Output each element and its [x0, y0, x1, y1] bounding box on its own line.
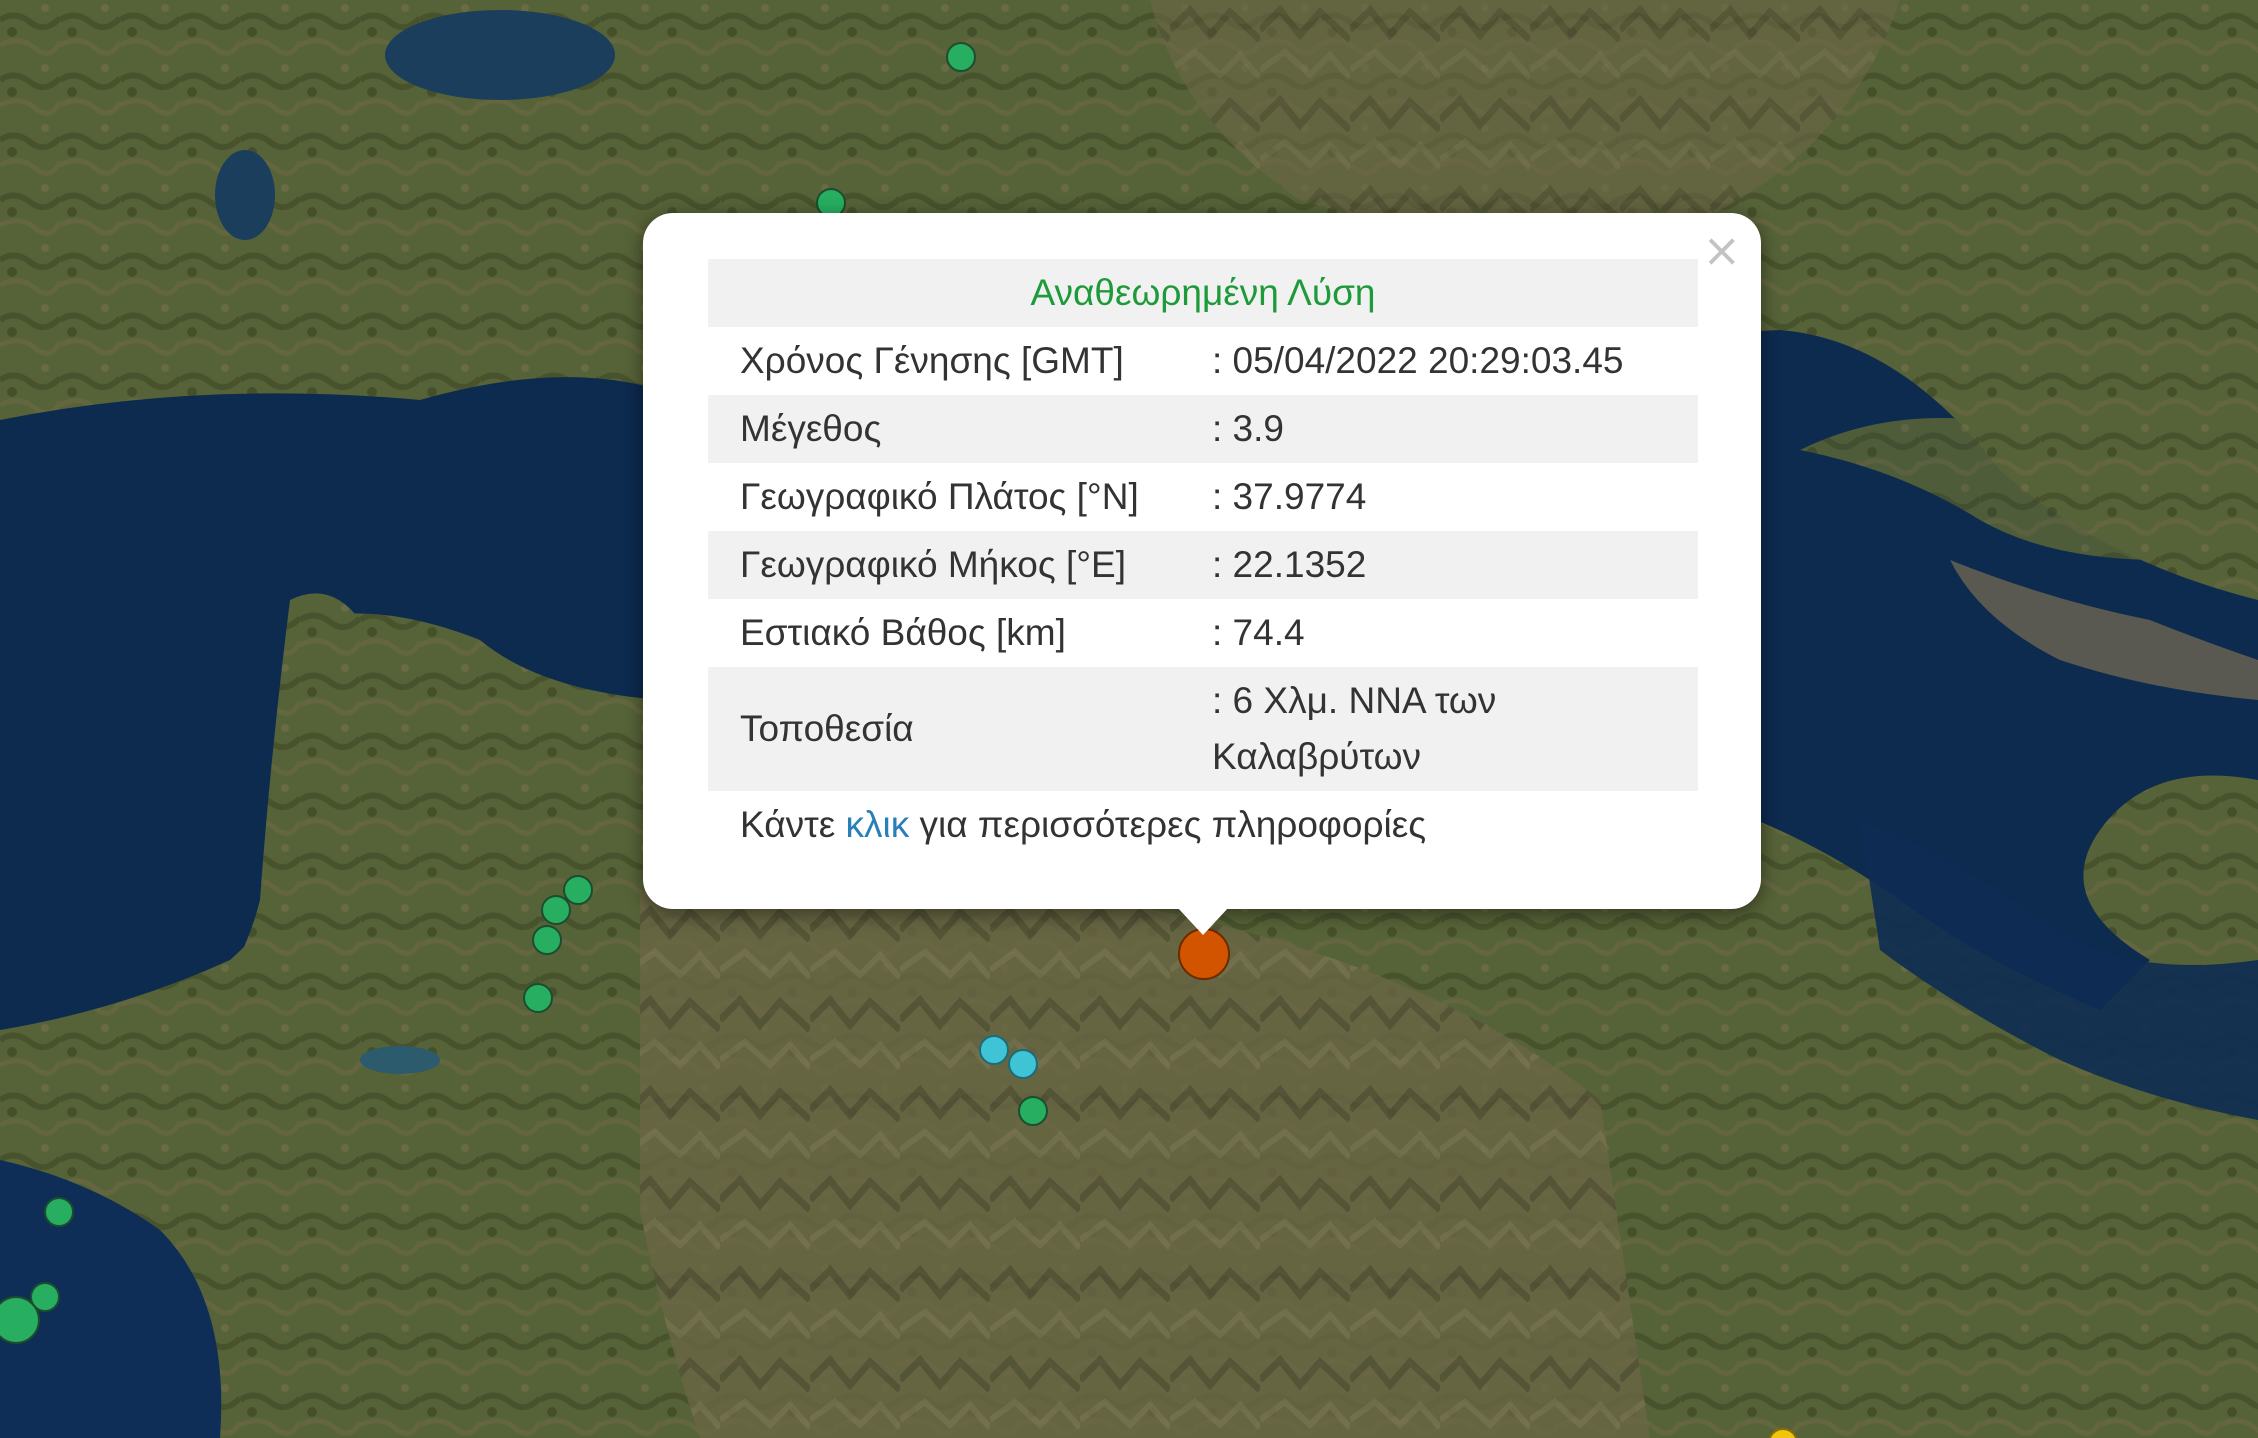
earthquake-marker[interactable] — [1008, 1049, 1038, 1079]
depth-value: : 74.4 — [1212, 612, 1305, 653]
more-info-prefix: Κάντε — [740, 804, 846, 845]
earthquake-marker[interactable] — [979, 1035, 1009, 1065]
more-info-link[interactable]: κλικ — [846, 804, 910, 845]
location-label: Τοποθεσία — [708, 667, 1192, 791]
solution-status-header: Αναθεωρημένη Λύση — [708, 259, 1698, 327]
table-row: Γεωγραφικό Μήκος [°E] : 22.1352 — [708, 531, 1698, 599]
popup-tip — [1177, 907, 1229, 935]
table-row: Κάντε κλικ για περισσότερες πληροφορίες — [708, 791, 1698, 859]
more-info-text: Κάντε κλικ για περισσότερες πληροφορίες — [708, 791, 1698, 859]
latitude-value: : 37.9774 — [1212, 476, 1367, 517]
magnitude-value: : 3.9 — [1192, 395, 1698, 463]
earthquake-marker[interactable] — [541, 895, 571, 925]
longitude-value: : 22.1352 — [1192, 531, 1698, 599]
earthquake-marker[interactable] — [44, 1197, 74, 1227]
origin-time-value: : 05/04/2022 20:29:03.45 — [1212, 340, 1624, 381]
table-row: Εστιακό Βάθος [km] : 74.4 — [708, 599, 1698, 667]
earthquake-marker[interactable] — [532, 925, 562, 955]
table-row: Μέγεθος : 3.9 — [708, 395, 1698, 463]
latitude-label: Γεωγραφικό Πλάτος [°N] — [740, 476, 1139, 517]
table-row: Γεωγραφικό Πλάτος [°N] : 37.9774 — [708, 463, 1698, 531]
origin-time-label: Χρόνος Γένησης [GMT] — [740, 340, 1124, 381]
earthquake-info-popup: × Αναθεωρημένη Λύση Χρόνος Γένησης [GMT]… — [643, 213, 1761, 909]
earthquake-info-table: Αναθεωρημένη Λύση Χρόνος Γένησης [GMT] :… — [708, 259, 1698, 859]
magnitude-label: Μέγεθος — [708, 395, 1192, 463]
selected-earthquake-marker[interactable] — [1178, 928, 1230, 980]
longitude-label: Γεωγραφικό Μήκος [°E] — [708, 531, 1192, 599]
earthquake-marker[interactable] — [1018, 1096, 1048, 1126]
close-icon[interactable]: × — [1702, 227, 1741, 273]
table-row: Χρόνος Γένησης [GMT] : 05/04/2022 20:29:… — [708, 327, 1698, 395]
location-value: : 6 Χλμ. ΝΝΑ των Καλαβρύτων — [1192, 667, 1698, 791]
table-row: Αναθεωρημένη Λύση — [708, 259, 1698, 327]
more-info-suffix: για περισσότερες πληροφορίες — [909, 804, 1427, 845]
earthquake-marker[interactable] — [946, 42, 976, 72]
map-view[interactable]: × Αναθεωρημένη Λύση Χρόνος Γένησης [GMT]… — [0, 0, 2258, 1438]
table-row: Τοποθεσία : 6 Χλμ. ΝΝΑ των Καλαβρύτων — [708, 667, 1698, 791]
depth-label: Εστιακό Βάθος [km] — [740, 612, 1066, 653]
earthquake-marker[interactable] — [523, 983, 553, 1013]
